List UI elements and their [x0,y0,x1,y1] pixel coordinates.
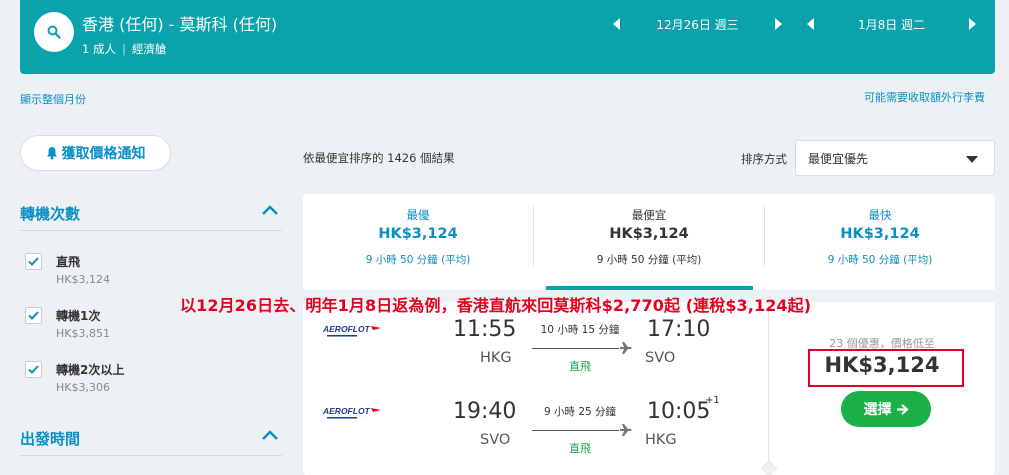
filter-option-price: HK$3,306 [56,381,110,394]
tab-duration: 9 小時 50 分鐘 (平均) [596,254,702,266]
select-button[interactable]: 選擇 [841,391,931,427]
price-alert-button[interactable]: 獲取價格通知 [20,135,171,171]
arrival-time: 17:10 [647,317,711,342]
cabin-label: 經濟艙 [131,42,167,56]
stops-filter-header[interactable]: 轉機次數 [20,199,282,231]
inbound-leg: AEROFLOT 19:40 SVO 9 小時 25 分鐘 直飛 10:05 +… [303,384,768,455]
tab-name: 最便宜 [631,208,667,222]
departure-time-filter-title: 出發時間 [20,430,81,448]
divider [768,302,769,475]
next-date-icon[interactable] [965,17,979,31]
sort-select[interactable]: 最便宜優先 [795,140,995,176]
arrow-right-icon [896,403,909,415]
tab-fastest[interactable]: 最快 HK$3,124 9 小時 50 分鐘 (平均) [765,194,995,290]
aeroflot-logo: AEROFLOT [323,324,381,337]
tab-duration: 9 小時 50 分鐘 (平均) [827,254,933,266]
airline-name: AEROFLOT [323,324,371,334]
price-highlight-box [808,349,964,387]
tab-price: HK$3,124 [378,226,458,242]
tab-duration: 9 小時 50 分鐘 (平均) [365,254,471,266]
route-line [532,348,619,349]
route-summary[interactable]: 香港 (任何) - 莫斯科 (任何) [82,11,277,35]
chevron-up-icon[interactable] [262,430,278,440]
next-date-icon[interactable] [771,17,785,31]
departure-time-filter-header[interactable]: 出發時間 [20,424,282,456]
tab-price: HK$3,124 [609,226,689,242]
tab-name: 最快 [868,208,892,222]
show-whole-month-link[interactable]: 顯示整個月份 [20,91,86,107]
stops-filter-title: 轉機次數 [20,205,81,223]
sort-tabs: 最優 HK$3,124 9 小時 50 分鐘 (平均) 最便宜 HK$3,124… [303,194,995,290]
filter-option-price: HK$3,124 [56,273,110,286]
return-date-picker[interactable]: 1月8日 週二 [804,13,979,35]
tab-price: HK$3,124 [840,226,920,242]
sort-label: 排序方式 [741,152,787,166]
stops-label: 直飛 [569,442,591,455]
promo-annotation: 以12月26日去、明年1月8日返為例，香港直航來回莫斯科$2,770起 (連稅$… [180,296,812,315]
aeroflot-logo: AEROFLOT [323,406,381,419]
passengers-label: 1 成人 [82,42,116,56]
checkbox[interactable] [25,307,42,324]
checkbox[interactable] [25,253,42,270]
airline-name: AEROFLOT [323,406,371,416]
prev-date-icon[interactable] [610,17,624,31]
arrival-time: 10:05 [647,399,711,424]
flight-duration: 10 小時 15 分鐘 [540,324,620,336]
filter-option-label: 直飛 [56,255,81,269]
filter-option-label: 轉機1次 [56,309,101,323]
select-label: 選擇 [863,402,892,418]
bell-icon [46,147,57,160]
card-notch [760,460,778,475]
passenger-cabin-summary[interactable]: 1 成人 | 經濟艙 [82,41,166,57]
baggage-fees-link[interactable]: 可能需要收取額外行李費 [864,89,985,105]
results-count: 依最便宜排序的 1426 個結果 [303,151,455,165]
departure-time: 11:55 [453,317,517,342]
plus-day-badge: +1 [705,395,720,406]
filter-option-price: HK$3,851 [56,327,110,340]
sort-value: 最便宜優先 [808,151,869,166]
departure-airport: SVO [480,432,511,448]
departure-airport: HKG [480,350,512,366]
search-button[interactable] [34,12,74,52]
checkbox[interactable] [25,361,42,378]
tab-best[interactable]: 最優 HK$3,124 9 小時 50 分鐘 (平均) [303,194,533,290]
active-tab-indicator [546,286,753,290]
tab-name: 最優 [406,208,430,222]
divider: | [121,42,126,56]
depart-date-picker[interactable]: 12月26日 週三 [610,13,785,35]
tab-cheapest[interactable]: 最便宜 HK$3,124 9 小時 50 分鐘 (平均) [534,194,764,290]
chevron-up-icon[interactable] [262,205,278,215]
flight-result-card[interactable]: AEROFLOT 11:55 HKG 10 小時 15 分鐘 直飛 17:10 … [303,302,995,475]
plane-icon [620,342,632,354]
arrival-airport: SVO [645,350,676,366]
search-icon [47,25,61,39]
checkmark-icon [28,257,39,266]
arrival-airport: HKG [645,432,677,448]
plane-icon [620,424,632,436]
price-alert-label: 獲取價格通知 [61,146,146,162]
filter-option-label: 轉機2次以上 [56,363,125,377]
flight-duration: 9 小時 25 分鐘 [543,406,617,418]
checkmark-icon [28,365,39,374]
caret-down-icon [966,156,978,163]
return-date[interactable]: 1月8日 週二 [818,16,965,33]
stops-label: 直飛 [569,360,591,373]
prev-date-icon[interactable] [804,17,818,31]
checkmark-icon [28,311,39,320]
depart-date[interactable]: 12月26日 週三 [624,16,771,33]
route-line [532,430,619,431]
departure-time: 19:40 [453,399,517,424]
search-header: 香港 (任何) - 莫斯科 (任何) 1 成人 | 經濟艙 12月26日 週三 1月… [20,0,995,74]
